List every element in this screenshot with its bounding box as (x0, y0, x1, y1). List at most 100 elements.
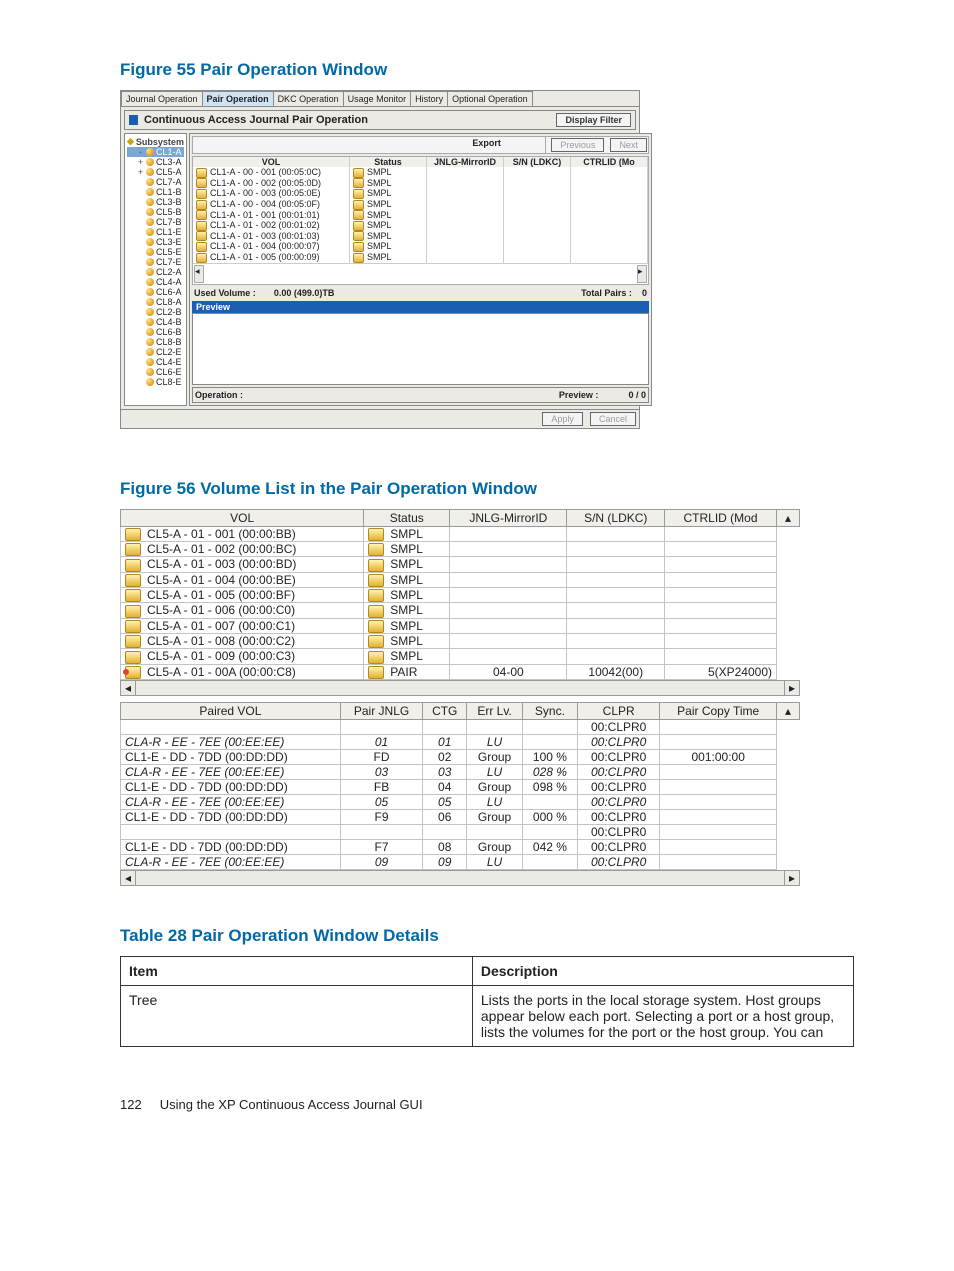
table-row[interactable]: CL1-A - 01 - 002 (00:01:02)SMPL (193, 220, 648, 231)
col-header[interactable]: S/N (LDKC) (504, 157, 571, 167)
vscrollbar[interactable]: ▴ (777, 702, 800, 719)
col-header[interactable]: Pair JNLG (340, 702, 422, 719)
table-row[interactable]: CL1-A - 00 - 002 (00:05:0D)SMPL (193, 178, 648, 189)
table-row[interactable]: CL1-E - DD - 7DD (00:DD:DD)FB04Group098 … (121, 779, 800, 794)
col-header[interactable]: CLPR (577, 702, 659, 719)
tree-item-cl4-a[interactable]: CL4-A (127, 277, 184, 287)
tree-item-cl4-e[interactable]: CL4-E (127, 357, 184, 367)
table-row[interactable]: 00:CLPR0 (121, 719, 800, 734)
tree-expand-icon[interactable]: + (137, 157, 144, 167)
table-row[interactable]: CLA-R - EE - 7EE (00:EE:EE)0505LU00:CLPR… (121, 794, 800, 809)
tree-expand-icon[interactable]: - (137, 147, 144, 157)
table-row[interactable]: CL1-A - 00 - 004 (00:05:0F)SMPL (193, 199, 648, 210)
table-row[interactable]: CL5-A - 01 - 009 (00:00:C3)SMPL (121, 649, 800, 664)
col-header[interactable]: Pair Copy Time (660, 702, 777, 719)
col-header[interactable]: CTG (423, 702, 467, 719)
table-row[interactable]: CL5-A - 01 - 003 (00:00:BD)SMPL (121, 557, 800, 572)
table-row[interactable]: CL1-A - 01 - 005 (00:00:09)SMPL (193, 252, 648, 263)
table-row[interactable]: CL5-A - 01 - 002 (00:00:BC)SMPL (121, 541, 800, 556)
table-row[interactable]: CLA-R - EE - 7EE (00:EE:EE)0303LU028 %00… (121, 764, 800, 779)
col-header[interactable]: VOL (193, 157, 350, 167)
table-row[interactable]: CL1-A - 01 - 003 (00:01:03)SMPL (193, 231, 648, 242)
table-row[interactable]: CL1-A - 01 - 004 (00:00:07)SMPL (193, 241, 648, 252)
tab-optional-operation[interactable]: Optional Operation (447, 91, 533, 106)
col-header[interactable]: VOL (121, 509, 364, 526)
table-row[interactable]: CL5-A - 01 - 006 (00:00:C0)SMPL (121, 603, 800, 618)
table-row[interactable]: 00:CLPR0 (121, 824, 800, 839)
tree-item-cl4-b[interactable]: CL4-B (127, 317, 184, 327)
tree-item-cl2-e[interactable]: CL2-E (127, 347, 184, 357)
table-row[interactable]: CL1-A - 00 - 003 (00:05:0E)SMPL (193, 188, 648, 199)
col-header[interactable]: S/N (LDKC) (567, 509, 665, 526)
table-row[interactable]: CL1-E - DD - 7DD (00:DD:DD)F708Group042 … (121, 839, 800, 854)
tree-item-cl2-a[interactable]: CL2-A (127, 267, 184, 277)
table-row[interactable]: CL1-A - 01 - 001 (00:01:01)SMPL (193, 210, 648, 221)
table-row[interactable]: CLA-R - EE - 7EE (00:EE:EE)0101LU00:CLPR… (121, 734, 800, 749)
tab-usage-monitor[interactable]: Usage Monitor (343, 91, 412, 106)
table-row[interactable]: CL5-A - 01 - 005 (00:00:BF)SMPL (121, 587, 800, 602)
col-header[interactable]: CTRLID (Mod (665, 509, 777, 526)
col-header[interactable]: Status (350, 157, 427, 167)
table-row[interactable]: CL5-A - 01 - 004 (00:00:BE)SMPL (121, 572, 800, 587)
tree-item-cl6-e[interactable]: CL6-E (127, 367, 184, 377)
tree-item-cl8-a[interactable]: CL8-A (127, 297, 184, 307)
cancel-button[interactable]: Cancel (590, 412, 636, 426)
tree-item-cl5-a[interactable]: +CL5-A (127, 167, 184, 177)
scroll-left-icon[interactable]: ◂ (121, 681, 136, 695)
col-header[interactable]: CTRLID (Mo (571, 157, 648, 167)
tree-item-cl3-a[interactable]: +CL3-A (127, 157, 184, 167)
tab-pair-operation[interactable]: Pair Operation (202, 91, 274, 106)
hscrollbar-bottom[interactable]: ◂ ▸ (120, 870, 800, 886)
col-header[interactable]: Paired VOL (121, 702, 341, 719)
prev-button[interactable]: Previous (551, 138, 604, 152)
tree-item-cl1-e[interactable]: CL1-E (127, 227, 184, 237)
tree-item-cl7-e[interactable]: CL7-E (127, 257, 184, 267)
table-row[interactable]: CL1-E - DD - 7DD (00:DD:DD)FD02Group100 … (121, 749, 800, 764)
tree-item-cl8-b[interactable]: CL8-B (127, 337, 184, 347)
subsystem-tree[interactable]: ◆ Subsystem -CL1-A+CL3-A+CL5-ACL7-ACL1-B… (124, 133, 187, 406)
col-header[interactable]: JNLG-MirrorID (450, 509, 567, 526)
paired-volume-table[interactable]: Paired VOLPair JNLGCTGErr Lv.Sync.CLPRPa… (120, 702, 800, 870)
scroll-right-icon[interactable]: ▸ (784, 681, 799, 695)
tree-item-cl7-b[interactable]: CL7-B (127, 217, 184, 227)
scroll-left-icon[interactable]: ◂ (194, 265, 204, 283)
tab-dkc-operation[interactable]: DKC Operation (273, 91, 344, 106)
tree-item-cl3-e[interactable]: CL3-E (127, 237, 184, 247)
table-row[interactable]: CL1-E - DD - 7DD (00:DD:DD)F906Group000 … (121, 809, 800, 824)
tree-item-cl5-b[interactable]: CL5-B (127, 207, 184, 217)
export-header[interactable]: Export (428, 137, 546, 153)
tree-item-cl5-e[interactable]: CL5-E (127, 247, 184, 257)
tree-item-cl6-a[interactable]: CL6-A (127, 287, 184, 297)
tree-item-cl1-b[interactable]: CL1-B (127, 187, 184, 197)
scroll-right-icon[interactable]: ▸ (784, 871, 799, 885)
apply-button[interactable]: Apply (542, 412, 583, 426)
table-row[interactable]: CL1-A - 00 - 001 (00:05:0C)SMPL (193, 167, 648, 178)
tree-item-cl3-b[interactable]: CL3-B (127, 197, 184, 207)
tab-journal-operation[interactable]: Journal Operation (121, 91, 203, 106)
tree-expand-icon[interactable]: + (137, 167, 144, 177)
table-row[interactable]: CL5-A - 01 - 007 (00:00:C1)SMPL (121, 618, 800, 633)
tree-item-cl1-a[interactable]: -CL1-A (127, 147, 184, 157)
volume-grid[interactable]: VOLStatusJNLG-MirrorIDS/N (LDKC)CTRLID (… (192, 156, 649, 285)
display-filter-button[interactable]: Display Filter (556, 113, 631, 127)
tab-history[interactable]: History (410, 91, 448, 106)
col-header[interactable]: Status (364, 509, 450, 526)
table-row[interactable]: CLA-R - EE - 7EE (00:EE:EE)0909LU00:CLPR… (121, 854, 800, 869)
col-header[interactable]: JNLG-MirrorID (427, 157, 504, 167)
top-volume-table[interactable]: VOLStatusJNLG-MirrorIDS/N (LDKC)CTRLID (… (120, 509, 800, 680)
scroll-right-icon[interactable]: ▸ (637, 265, 647, 283)
col-header[interactable]: Err Lv. (467, 702, 523, 719)
hscrollbar-top[interactable]: ◂ ▸ (120, 680, 800, 696)
tree-item-cl2-b[interactable]: CL2-B (127, 307, 184, 317)
col-header[interactable]: Sync. (522, 702, 577, 719)
tree-item-cl8-e[interactable]: CL8-E (127, 377, 184, 387)
tree-item-cl7-a[interactable]: CL7-A (127, 177, 184, 187)
table-row[interactable]: CL5-A - 01 - 001 (00:00:BB)SMPL (121, 526, 800, 541)
tree-root[interactable]: ◆ Subsystem (127, 136, 184, 147)
table-row[interactable]: CL5-A - 01 - 00A (00:00:C8)PAIR04-001004… (121, 664, 800, 679)
vscrollbar[interactable]: ▴ (777, 509, 800, 526)
table-row[interactable]: CL5-A - 01 - 008 (00:00:C2)SMPL (121, 633, 800, 648)
tree-item-cl6-b[interactable]: CL6-B (127, 327, 184, 337)
scroll-left-icon[interactable]: ◂ (121, 871, 136, 885)
next-button[interactable]: Next (610, 138, 647, 152)
